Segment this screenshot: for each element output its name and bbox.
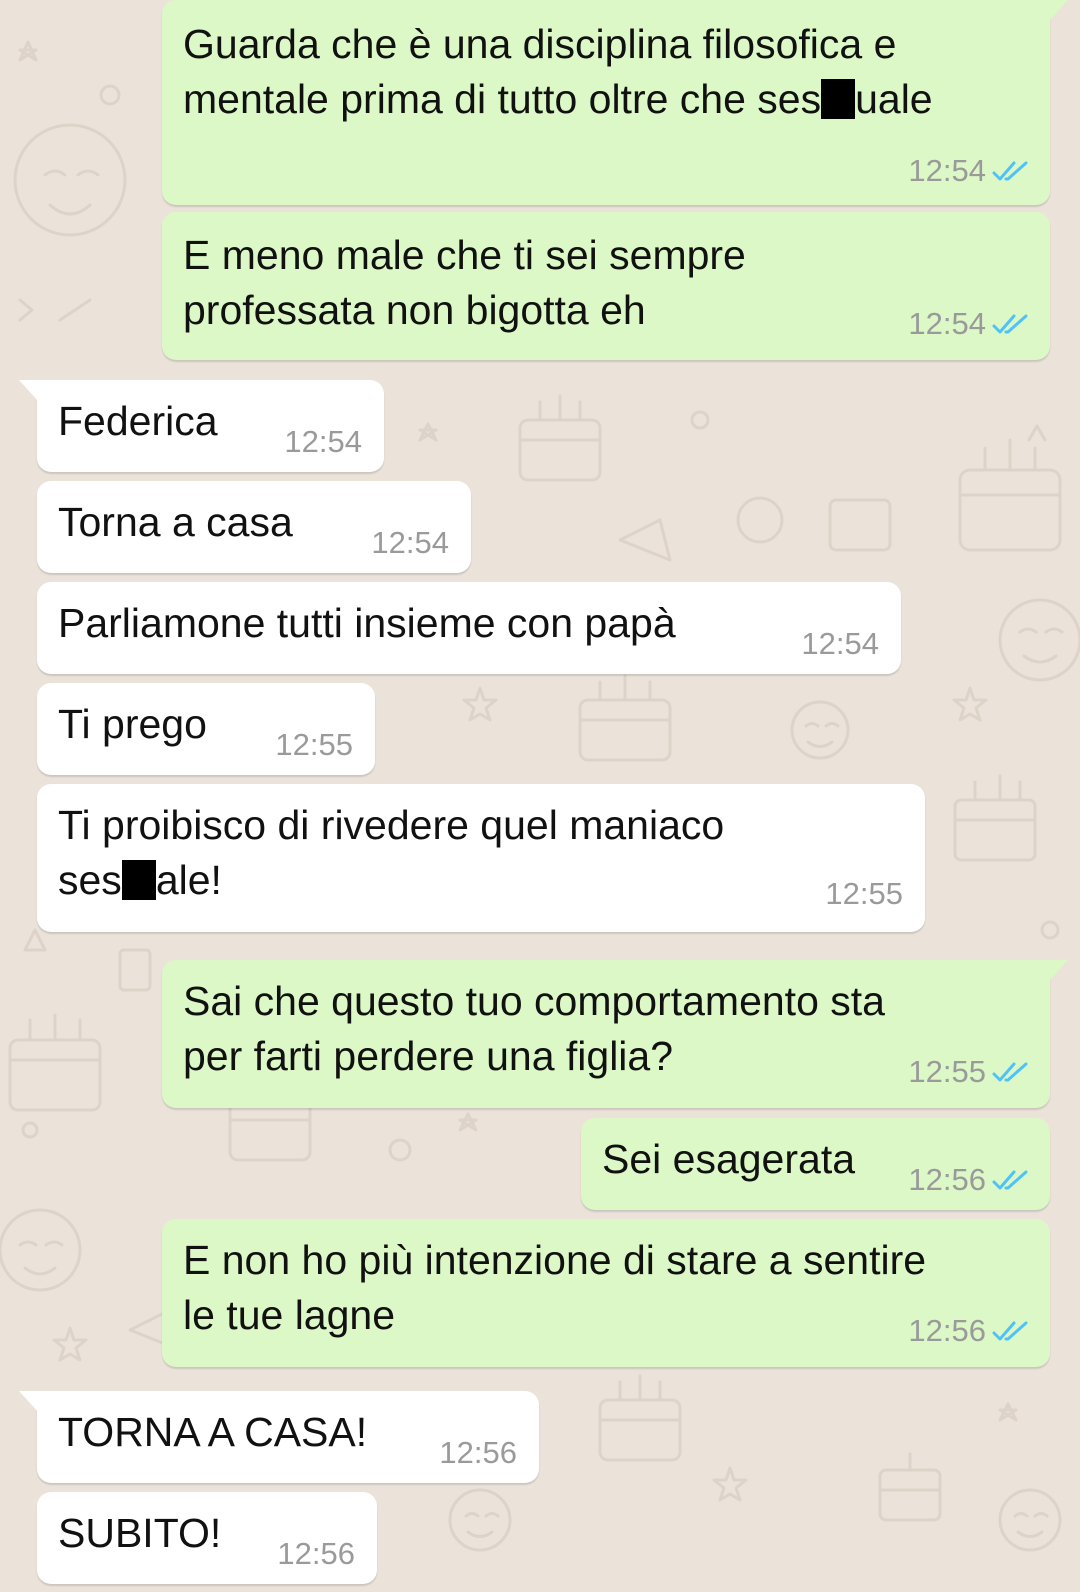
incoming-message[interactable]: Torna a casa 12:54 <box>37 481 471 573</box>
bubble-tail <box>1048 0 1068 22</box>
message-line: professata non bigotta eh <box>183 287 646 333</box>
incoming-message[interactable]: Ti proibisco di rivedere quel maniaco se… <box>37 784 925 932</box>
message-time: 12:56 <box>908 1313 986 1348</box>
incoming-message[interactable]: Ti prego 12:55 <box>37 683 375 775</box>
read-double-check-icon <box>992 1321 1028 1341</box>
message-time: 12:56 <box>439 1435 517 1470</box>
message-line: le tue lagne <box>183 1292 396 1338</box>
message-text: SUBITO! <box>58 1506 221 1561</box>
redaction-block <box>121 860 156 900</box>
incoming-message[interactable]: TORNA A CASA! 12:56 <box>19 1391 539 1483</box>
outgoing-message[interactable]: E non ho più intenzione di stare a senti… <box>162 1219 1050 1367</box>
message-text: Ti prego <box>58 697 207 752</box>
message-time: 12:54 <box>908 306 986 341</box>
read-double-check-icon <box>992 161 1028 181</box>
message-time: 12:56 <box>277 1536 355 1571</box>
message-line: E meno male che ti sei sempre <box>183 232 746 278</box>
incoming-message[interactable]: Federica 12:54 <box>19 380 384 472</box>
message-line: Ti prego <box>58 701 207 747</box>
message-time: 12:55 <box>908 1054 986 1089</box>
message-line: per farti perdere una figlia? <box>183 1033 674 1079</box>
message-text: Torna a casa <box>58 495 293 550</box>
message-line: Ti proibisco di rivedere quel maniaco <box>58 802 725 848</box>
message-line: Parliamone tutti insieme con papà <box>58 600 676 646</box>
message-text: Parliamone tutti insieme con papà <box>58 596 676 651</box>
message-line: Torna a casa <box>58 499 293 545</box>
message-line: Federica <box>58 398 218 444</box>
message-time: 12:54 <box>908 153 986 188</box>
message-meta: 12:56 <box>908 1162 1032 1198</box>
message-meta: 12:55 <box>275 727 353 763</box>
outgoing-message[interactable]: Sei esagerata 12:56 <box>581 1118 1050 1210</box>
message-meta: 12:54 <box>371 525 449 561</box>
message-text: Ti proibisco di rivedere quel maniaco se… <box>58 798 724 908</box>
message-text: Guarda che è una disciplina filosofica e… <box>183 17 933 127</box>
message-text: Sei esagerata <box>602 1132 855 1187</box>
message-meta: 12:55 <box>908 1054 1032 1090</box>
message-time: 12:54 <box>284 424 362 459</box>
message-time: 12:56 <box>908 1162 986 1197</box>
message-text: Federica <box>58 394 218 449</box>
outgoing-message[interactable]: E meno male che ti sei sempre professata… <box>162 212 1050 360</box>
redaction-block <box>821 79 856 119</box>
message-line: Sai che questo tuo comportamento sta <box>183 978 885 1024</box>
outgoing-message[interactable]: Sai che questo tuo comportamento sta per… <box>162 960 1068 1108</box>
message-line: SUBITO! <box>58 1510 222 1556</box>
message-text: TORNA A CASA! <box>58 1405 367 1460</box>
message-meta: 12:54 <box>908 153 1032 189</box>
message-line: Sei esagerata <box>602 1136 856 1182</box>
incoming-message[interactable]: SUBITO! 12:56 <box>37 1492 377 1584</box>
message-meta: 12:55 <box>825 876 903 912</box>
message-time: 12:54 <box>371 525 449 560</box>
message-text: E meno male che ti sei sempre professata… <box>183 228 746 338</box>
incoming-message[interactable]: Parliamone tutti insieme con papà 12:54 <box>37 582 901 674</box>
message-meta: 12:56 <box>908 1313 1032 1349</box>
message-text: E non ho più intenzione di stare a senti… <box>183 1233 926 1343</box>
read-double-check-icon <box>992 1170 1028 1190</box>
outgoing-message[interactable]: Guarda che è una disciplina filosofica e… <box>162 0 1068 205</box>
message-meta: 12:54 <box>801 626 879 662</box>
read-double-check-icon <box>992 1062 1028 1082</box>
message-time: 12:55 <box>825 876 903 911</box>
message-time: 12:54 <box>801 626 879 661</box>
message-meta: 12:56 <box>439 1435 517 1471</box>
bubble-tail <box>19 1391 39 1413</box>
message-line: TORNA A CASA! <box>58 1409 368 1455</box>
message-meta: 12:54 <box>908 306 1032 342</box>
message-line: E non ho più intenzione di stare a senti… <box>183 1237 927 1283</box>
message-line: mentale prima di tutto oltre che ses uale <box>183 76 933 122</box>
bubble-tail <box>1048 960 1068 982</box>
read-double-check-icon <box>992 314 1028 334</box>
message-text: Sai che questo tuo comportamento sta per… <box>183 974 885 1084</box>
message-meta: 12:54 <box>284 424 362 460</box>
message-meta: 12:56 <box>277 1536 355 1572</box>
message-line: ses ale! <box>58 857 222 903</box>
chat-message-list[interactable]: Guarda che è una disciplina filosofica e… <box>0 0 1080 1592</box>
message-line: Guarda che è una disciplina filosofica e <box>183 21 897 67</box>
message-time: 12:55 <box>275 727 353 762</box>
bubble-tail <box>19 380 39 402</box>
